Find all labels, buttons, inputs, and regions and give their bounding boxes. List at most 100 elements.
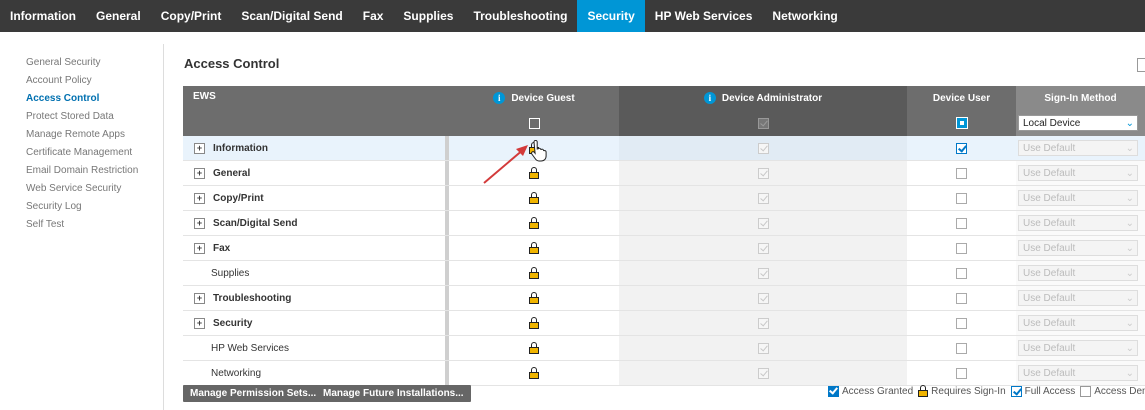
manage-permission-sets-button[interactable]: Manage Permission Sets...: [183, 385, 324, 402]
nav-tab-general[interactable]: General: [86, 0, 151, 32]
lock-icon[interactable]: [529, 367, 539, 379]
user-cell: [907, 136, 1016, 160]
admin-cell: [619, 361, 907, 385]
user-cell: [907, 261, 1016, 285]
lock-icon[interactable]: [529, 267, 539, 279]
chevron-down-icon: ⌄: [1125, 367, 1134, 379]
admin-header-cell: [619, 110, 907, 136]
user-cell: [907, 311, 1016, 335]
sidebar-item-email-domain-restriction[interactable]: Email Domain Restriction: [26, 162, 166, 180]
expand-icon[interactable]: +: [194, 167, 205, 179]
sidebar-item-self-test[interactable]: Self Test: [26, 216, 166, 234]
expand-icon[interactable]: +: [194, 317, 205, 329]
user-checkbox[interactable]: [956, 242, 967, 254]
user-checkbox[interactable]: [956, 342, 967, 354]
sidebar-item-web-service-security[interactable]: Web Service Security: [26, 180, 166, 198]
lock-icon[interactable]: [529, 317, 539, 329]
legend-requires-signin: Requires Sign-In: [918, 385, 1006, 397]
guest-cell: [449, 261, 619, 285]
admin-checkbox: [757, 367, 769, 379]
user-checkbox[interactable]: [956, 267, 967, 279]
user-checkbox[interactable]: [956, 192, 967, 204]
expand-icon[interactable]: +: [194, 217, 205, 229]
device-guest-label: Device Guest: [511, 92, 575, 104]
user-checkbox[interactable]: [956, 317, 967, 329]
signin-method-column-header: Sign-In Method: [1016, 86, 1145, 110]
lock-icon[interactable]: [529, 217, 539, 229]
user-checkbox[interactable]: [956, 217, 967, 229]
lock-icon[interactable]: [529, 242, 539, 254]
sidebar-item-manage-remote-apps[interactable]: Manage Remote Apps: [26, 126, 166, 144]
admin-cell: [619, 261, 907, 285]
sidebar-item-protect-stored-data[interactable]: Protect Stored Data: [26, 108, 166, 126]
ews-column-header: EWS: [193, 91, 216, 102]
guest-select-all-checkbox[interactable]: [528, 117, 540, 129]
admin-select-all-checkbox: [757, 117, 769, 129]
admin-cell: [619, 186, 907, 210]
hand-cursor-icon: [531, 140, 547, 162]
admin-checkbox: [757, 242, 769, 254]
signin-method-select[interactable]: Local Device ⌄: [1018, 115, 1138, 131]
manage-future-installations-button[interactable]: Manage Future Installations...: [316, 385, 471, 402]
nav-tab-security[interactable]: Security: [577, 0, 645, 32]
nav-tab-fax[interactable]: Fax: [353, 0, 394, 32]
legend-requires-signin-label: Requires Sign-In: [931, 385, 1006, 397]
table-row: + Troubleshooting Use Default ⌄: [183, 286, 1145, 311]
lock-icon[interactable]: [529, 192, 539, 204]
signin-cell: Use Default ⌄: [1016, 136, 1145, 160]
nav-tab-information[interactable]: Information: [0, 0, 86, 32]
device-user-column-header: Device User: [932, 92, 991, 104]
signin-cell: Use Default ⌄: [1016, 361, 1145, 385]
info-icon[interactable]: i: [703, 92, 716, 104]
nav-tab-scan-digital-send[interactable]: Scan/Digital Send: [231, 0, 352, 32]
ews-cell: + General: [183, 161, 445, 185]
nav-tab-supplies[interactable]: Supplies: [393, 0, 463, 32]
chevron-down-icon: ⌄: [1125, 142, 1134, 154]
left-nav-divider: [163, 44, 164, 410]
table-header-controls-row: Local Device ⌄: [183, 110, 1145, 136]
user-select-all-checkbox[interactable]: [955, 117, 968, 129]
user-cell: [907, 161, 1016, 185]
legend-access-denied-label: Access Den: [1094, 385, 1145, 397]
lock-icon[interactable]: [529, 342, 539, 354]
user-checkbox[interactable]: [956, 167, 967, 179]
nav-tab-copy-print[interactable]: Copy/Print: [151, 0, 232, 32]
expand-icon[interactable]: +: [194, 292, 205, 304]
sidebar-item-access-control[interactable]: Access Control: [26, 90, 166, 108]
sidebar-item-security-log[interactable]: Security Log: [26, 198, 166, 216]
chevron-down-icon: ⌄: [1125, 292, 1134, 304]
user-checkbox[interactable]: [956, 292, 967, 304]
guest-cell: [449, 286, 619, 310]
select-all-checkbox[interactable]: [1137, 58, 1145, 72]
row-label: Copy/Print: [213, 192, 264, 204]
checkmark-icon: [828, 385, 839, 397]
row-label: HP Web Services: [211, 342, 289, 354]
expand-icon[interactable]: +: [194, 242, 205, 254]
user-header-cell: [907, 110, 1016, 136]
sidebar-item-certificate-management[interactable]: Certificate Management: [26, 144, 166, 162]
admin-checkbox: [757, 292, 769, 304]
user-checkbox[interactable]: [956, 367, 967, 379]
user-checkbox[interactable]: [956, 142, 967, 154]
use-default-label: Use Default: [1023, 192, 1076, 204]
expand-icon[interactable]: +: [194, 192, 205, 204]
ews-cell: + Security: [183, 311, 445, 335]
signin-method-value: Local Device: [1023, 117, 1081, 129]
nav-tab-troubleshooting[interactable]: Troubleshooting: [463, 0, 577, 32]
lock-icon[interactable]: [529, 292, 539, 304]
info-icon[interactable]: i: [493, 92, 506, 104]
sidebar-item-general-security[interactable]: General Security: [26, 54, 166, 72]
row-label: Networking: [211, 367, 262, 379]
sidebar-item-account-policy[interactable]: Account Policy: [26, 72, 166, 90]
table-row: + Information Use Default ⌄: [183, 136, 1145, 161]
nav-tab-hp-web-services[interactable]: HP Web Services: [645, 0, 763, 32]
use-default-label: Use Default: [1023, 342, 1076, 354]
table-row: Networking Use Default ⌄: [183, 361, 1145, 386]
empty-checkbox-icon: [1080, 385, 1092, 397]
nav-tab-networking[interactable]: Networking: [762, 0, 847, 32]
expand-icon[interactable]: +: [194, 142, 205, 154]
guest-cell: [449, 336, 619, 360]
left-nav: General Security Account Policy Access Con…: [26, 54, 166, 234]
guest-cell: [449, 361, 619, 385]
guest-cell: [449, 236, 619, 260]
